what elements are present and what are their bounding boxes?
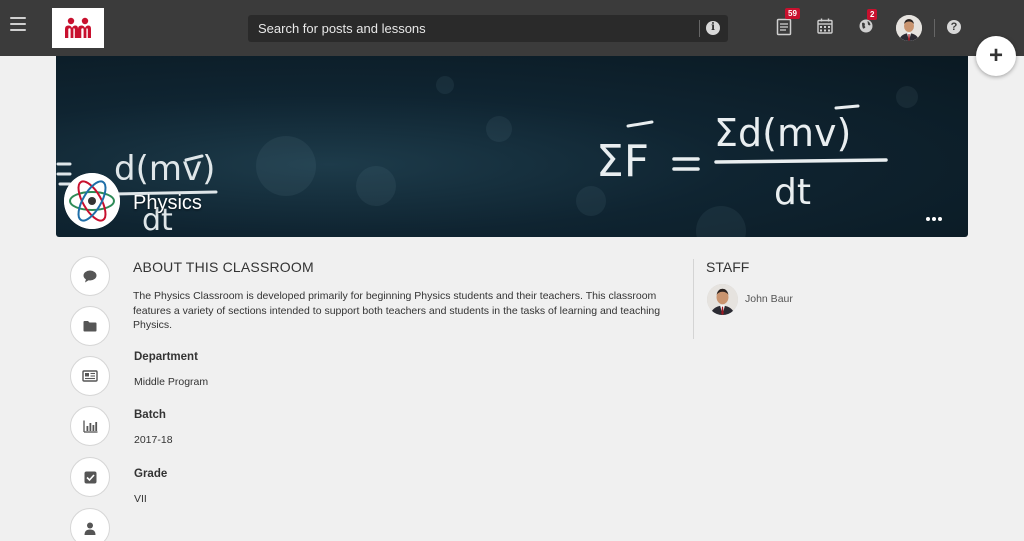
svg-text:Σd(mv): Σd(mv) — [714, 111, 851, 155]
checkbox-icon — [84, 471, 96, 483]
plus-icon: + — [988, 42, 1003, 69]
globe-icon — [859, 19, 873, 33]
department-label: Department — [134, 351, 198, 363]
more-options-icon[interactable] — [926, 214, 946, 224]
hamburger-menu-icon[interactable] — [10, 17, 26, 37]
rail-members-button[interactable] — [70, 508, 110, 541]
classroom-logo — [64, 173, 120, 229]
topbar-divider — [934, 19, 935, 37]
newspaper-icon — [82, 370, 98, 382]
notifications-button[interactable]: 2 — [858, 9, 878, 36]
search-divider — [699, 20, 700, 37]
search-bar: i — [248, 15, 728, 42]
about-description: The Physics Classroom is developed prima… — [133, 290, 661, 331]
classroom-title: Physics — [133, 192, 202, 214]
section-divider — [693, 259, 694, 339]
grade-label: Grade — [134, 468, 168, 480]
user-avatar[interactable] — [896, 15, 922, 41]
batch-label: Batch — [134, 409, 166, 421]
svg-text:dt: dt — [774, 172, 811, 213]
top-navigation-bar: i 59 2 — [0, 0, 1024, 56]
calendar-button[interactable] — [817, 18, 835, 36]
search-input[interactable] — [248, 15, 696, 42]
about-heading: ABOUT THIS CLASSROOM — [133, 259, 314, 275]
document-icon — [776, 18, 792, 36]
rail-news-button[interactable] — [70, 356, 110, 396]
formula-momentum: ΣF Σd(mv) dt — [596, 104, 888, 213]
info-icon[interactable]: i — [706, 21, 720, 35]
bar-chart-icon — [82, 420, 97, 433]
batch-value: 2017-18 — [134, 434, 173, 446]
posts-button[interactable]: 59 — [776, 8, 800, 36]
staff-photo-icon — [707, 284, 738, 315]
rail-reports-button[interactable] — [70, 406, 110, 446]
help-icon[interactable]: ? — [947, 20, 961, 34]
notifications-count-badge: 2 — [867, 9, 878, 20]
rail-files-button[interactable] — [70, 306, 110, 346]
user-photo-icon — [896, 15, 922, 41]
atom-icon — [64, 173, 120, 229]
chat-icon — [83, 270, 97, 282]
department-value: Middle Program — [134, 376, 209, 388]
staff-avatar[interactable] — [707, 284, 738, 315]
folder-icon — [83, 321, 97, 332]
posts-count-badge: 59 — [785, 8, 800, 19]
add-button[interactable]: + — [976, 36, 1016, 76]
staff-heading: STAFF — [706, 259, 750, 275]
rail-discussion-button[interactable] — [70, 256, 110, 296]
rail-tasks-button[interactable] — [70, 457, 110, 497]
staff-name-link[interactable]: John Baur — [745, 293, 793, 305]
svg-text:ΣF: ΣF — [596, 136, 649, 187]
calendar-icon — [817, 18, 833, 34]
person-icon — [84, 522, 96, 535]
grade-value: VII — [134, 493, 147, 505]
logo-icon — [65, 17, 91, 38]
app-logo[interactable] — [52, 8, 104, 48]
